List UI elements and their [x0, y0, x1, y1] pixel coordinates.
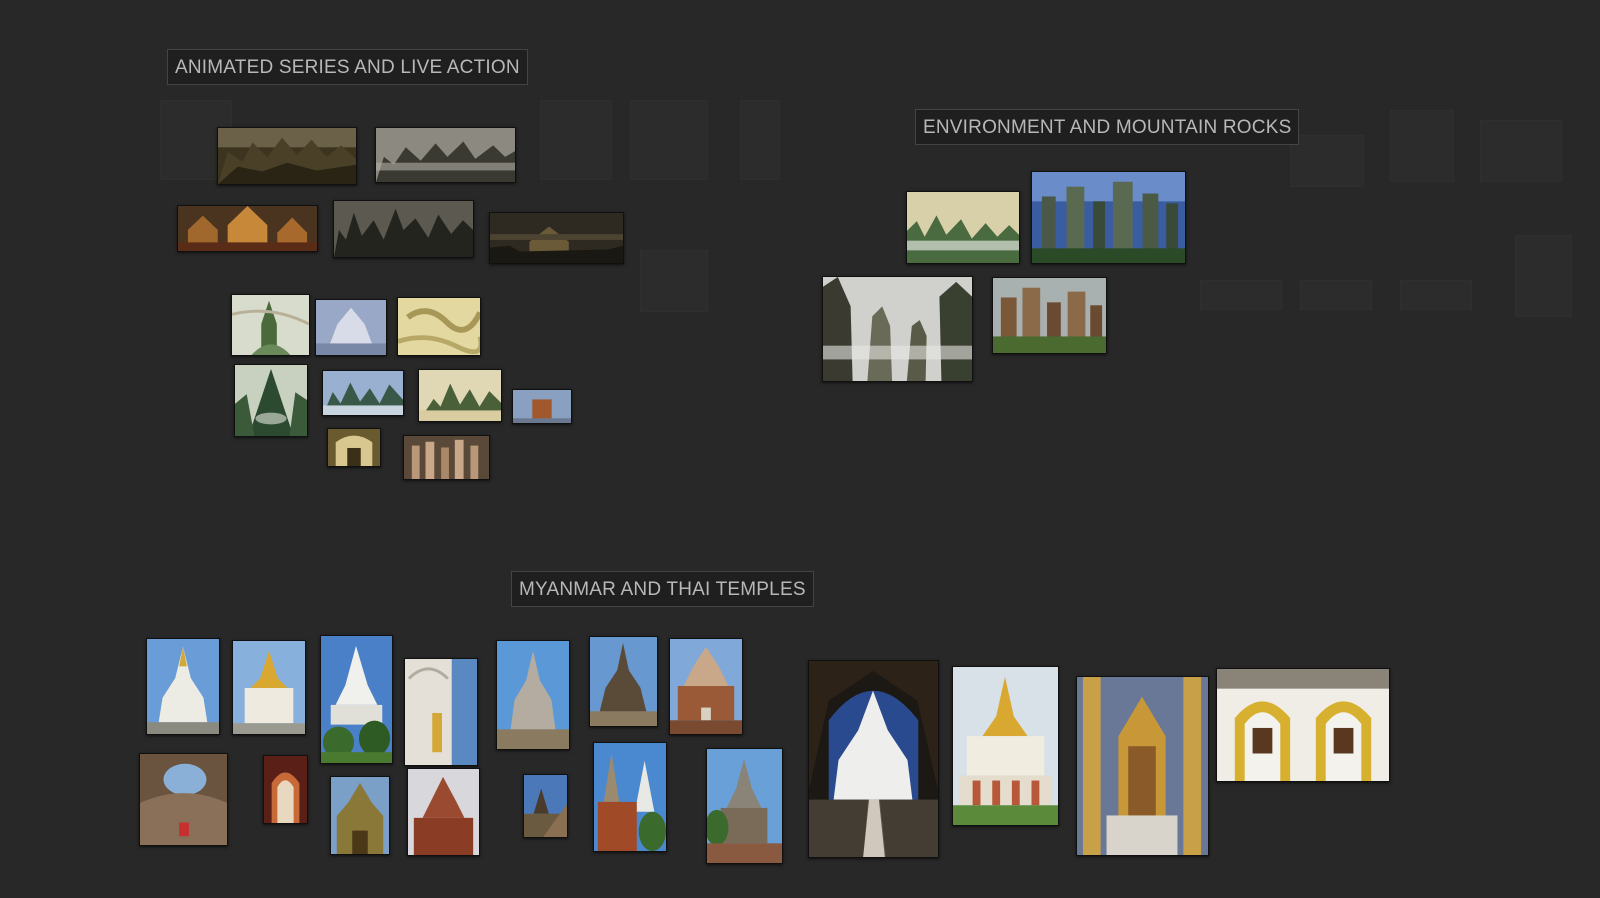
image-painted-map[interactable] — [397, 297, 481, 356]
image-shrine-small[interactable] — [512, 389, 572, 424]
faded-panel — [1400, 280, 1472, 310]
image-white-stupa-garden[interactable] — [320, 635, 393, 764]
faded-panel — [630, 100, 708, 180]
image-golden-thai-temple[interactable] — [952, 666, 1059, 826]
image-blue-karst-peaks[interactable] — [1031, 171, 1186, 264]
image-temple-carved-wall[interactable] — [404, 658, 478, 766]
image-dark-stupa[interactable] — [589, 636, 658, 727]
faded-panel — [1290, 135, 1364, 187]
section-title-animated[interactable]: ANIMATED SERIES AND LIVE ACTION — [167, 49, 528, 85]
image-small-stupa-ruins[interactable] — [523, 774, 568, 838]
image-ruins-buddha-stupa[interactable] — [706, 748, 783, 864]
image-thai-temple-door[interactable] — [1076, 676, 1209, 856]
image-brick-temple-dome[interactable] — [407, 768, 480, 856]
faded-panel — [1515, 235, 1572, 317]
image-painted-citadel[interactable] — [315, 299, 387, 356]
faded-panel — [640, 250, 708, 312]
image-green-karst-pillars[interactable] — [992, 277, 1107, 354]
image-dark-temple-ruins[interactable] — [489, 212, 624, 264]
image-misty-pine-tower[interactable] — [234, 364, 308, 437]
image-ornate-golden-temple[interactable] — [330, 776, 390, 855]
faded-panel — [540, 100, 612, 180]
section-title-temples[interactable]: MYANMAR AND THAI TEMPLES — [511, 571, 814, 607]
faded-panel — [1300, 280, 1372, 310]
faded-panel — [1480, 120, 1562, 182]
image-stone-stupa-1[interactable] — [496, 640, 570, 750]
image-white-hsinbyume-pagoda[interactable] — [808, 660, 939, 858]
image-blue-pine-peaks[interactable] — [322, 370, 404, 416]
image-floating-rocks-2[interactable] — [375, 127, 516, 183]
image-brick-temple-steps[interactable] — [669, 638, 743, 735]
moodboard-canvas[interactable]: ANIMATED SERIES AND LIVE ACTION ENVIRONM… — [0, 0, 1600, 898]
image-rock-pillars-painting[interactable] — [403, 435, 490, 480]
image-white-pagoda-1[interactable] — [146, 638, 220, 735]
faded-panel — [740, 100, 780, 180]
image-misty-karst-1[interactable] — [906, 191, 1020, 264]
image-golden-pine-peaks[interactable] — [418, 369, 502, 422]
image-golden-palace[interactable] — [177, 205, 318, 252]
section-title-environment[interactable]: ENVIRONMENT AND MOUNTAIN ROCKS — [915, 109, 1300, 145]
image-floating-rocks-1[interactable] — [217, 127, 357, 185]
image-cave-reclining-buddha[interactable] — [139, 753, 228, 846]
image-dark-spires[interactable] — [333, 200, 474, 258]
image-golden-white-pagoda[interactable] — [232, 640, 306, 735]
image-temple-interior[interactable] — [327, 428, 381, 467]
image-white-gold-arches[interactable] — [1216, 668, 1390, 782]
faded-panel — [1390, 110, 1454, 182]
image-painted-tower-1[interactable] — [231, 294, 310, 356]
faded-panel — [1200, 280, 1282, 310]
image-red-arch-doorway[interactable] — [263, 755, 308, 824]
image-twin-stupas[interactable] — [593, 742, 667, 852]
image-foggy-karst-cliffs[interactable] — [822, 276, 973, 382]
